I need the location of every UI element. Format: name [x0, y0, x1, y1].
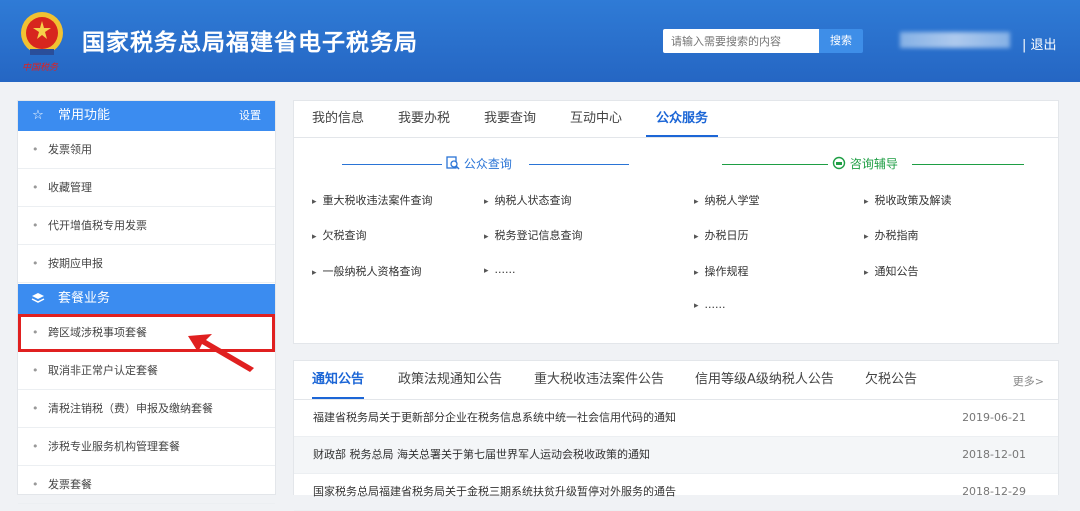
notice-panel: 通知公告 政策法规通知公告 重大税收违法案件公告 信用等级A级纳税人公告 欠税公… [293, 360, 1059, 511]
tab-violation-notices[interactable]: 重大税收违法案件公告 [534, 361, 664, 399]
sidebar-item[interactable]: 发票套餐 [18, 466, 275, 504]
search-button[interactable]: 搜索 [819, 29, 863, 53]
link-general-taxpayer-query[interactable]: 一般纳税人资格查询 [312, 263, 422, 279]
service-panel: 我的信息 我要办税 我要查询 互动中心 公众服务 公众查询 咨询辅导 重大税收违… [293, 100, 1059, 344]
link-registration-query[interactable]: 税务登记信息查询 [484, 227, 583, 243]
notice-row[interactable]: 财政部 税务总局 海关总署关于第七届世界军人运动会税收政策的通知 2018-12… [294, 437, 1058, 474]
tab-notices[interactable]: 通知公告 [312, 361, 365, 399]
notice-date: 2018-12-01 [962, 448, 1026, 461]
consult-title: 咨询辅导 [849, 157, 898, 171]
divider-line [722, 164, 828, 165]
sidebar-group-title: 常用功能 [58, 108, 111, 123]
notice-date: 2019-06-21 [962, 411, 1026, 424]
search-doc-icon [446, 156, 464, 171]
tab-tax-handling[interactable]: 我要办税 [398, 101, 450, 137]
link-tax-calendar[interactable]: 办税日历 [694, 227, 749, 243]
sidebar-item[interactable]: 收藏管理 [18, 169, 275, 207]
tab-interaction[interactable]: 互动中心 [570, 101, 622, 137]
sidebar-item[interactable]: 代开增值税专用发票 [18, 207, 275, 245]
link-policy-interpretation[interactable]: 税收政策及解读 [864, 192, 952, 208]
slogan: 中国税务 [22, 63, 59, 73]
layers-icon [30, 284, 46, 314]
sidebar: ☆ 常用功能 设置 发票领用 收藏管理 代开增值税专用发票 按期应申报 套餐业务… [17, 100, 276, 504]
user-name-blurred [900, 32, 1010, 48]
notice-row[interactable]: 国家税务总局福建省税务局关于金税三期系统扶贫升级暂停对外服务的通告 2018-1… [294, 474, 1058, 511]
sidebar-group-common: ☆ 常用功能 设置 [18, 101, 275, 131]
logout-link[interactable]: | 退出 [1022, 34, 1057, 53]
link-taxpayer-school[interactable]: 纳税人学堂 [694, 192, 760, 208]
tab-arrears-notices[interactable]: 欠税公告 [865, 361, 917, 399]
notice-tabs: 通知公告 政策法规通知公告 重大税收违法案件公告 信用等级A级纳税人公告 欠税公… [294, 361, 1058, 400]
star-icon: ☆ [32, 108, 44, 123]
settings-link[interactable]: 设置 [239, 101, 261, 131]
sidebar-group-package: 套餐业务 [18, 284, 275, 314]
sidebar-group-title: 套餐业务 [58, 291, 111, 306]
sidebar-item[interactable]: 清税注销税（费）申报及缴纳套餐 [18, 390, 275, 428]
divider-line [912, 164, 1024, 165]
main-tabs: 我的信息 我要办税 我要查询 互动中心 公众服务 [294, 101, 1058, 138]
link-taxpayer-status-query[interactable]: 纳税人状态查询 [484, 192, 572, 208]
tab-my-info[interactable]: 我的信息 [312, 101, 364, 137]
link-notices[interactable]: 通知公告 [864, 263, 919, 279]
public-query-title: 公众查询 [463, 157, 512, 171]
link-procedures[interactable]: 操作规程 [694, 263, 749, 279]
link-major-violation-query[interactable]: 重大税收违法案件查询 [312, 192, 433, 208]
tab-credit-a-notices[interactable]: 信用等级A级纳税人公告 [695, 361, 834, 399]
link-arrears-query[interactable]: 欠税查询 [312, 227, 367, 243]
link-more[interactable]: ...... [694, 298, 726, 311]
site-header: 中国税务 国家税务总局福建省电子税务局 搜索 | 退出 [0, 0, 1080, 82]
consult-heading: 咨询辅导 [832, 156, 898, 172]
tab-query[interactable]: 我要查询 [484, 101, 536, 137]
notice-date: 2018-12-29 [962, 485, 1026, 498]
notice-row[interactable]: 福建省税务局关于更新部分企业在税务信息系统中统一社会信用代码的通知 2019-0… [294, 400, 1058, 437]
site-title: 国家税务总局福建省电子税务局 [82, 30, 418, 56]
notice-title: 福建省税务局关于更新部分企业在税务信息系统中统一社会信用代码的通知 [313, 411, 676, 424]
tab-public-service[interactable]: 公众服务 [646, 101, 719, 137]
tax-emblem-icon [21, 12, 63, 55]
sidebar-item[interactable]: 涉税专业服务机构管理套餐 [18, 428, 275, 466]
more-link[interactable]: 更多> [1013, 373, 1044, 389]
sidebar-item[interactable]: 按期应申报 [18, 245, 275, 283]
consult-icon [832, 156, 850, 171]
divider-line [342, 164, 442, 165]
notice-title: 财政部 税务总局 海关总署关于第七届世界军人运动会税收政策的通知 [313, 448, 650, 461]
red-arrow-annotation [188, 334, 254, 372]
tab-policy-notices[interactable]: 政策法规通知公告 [398, 361, 502, 399]
link-tax-guide[interactable]: 办税指南 [864, 227, 919, 243]
link-more[interactable]: ...... [484, 263, 516, 276]
search-input[interactable] [663, 29, 819, 53]
public-query-heading: 公众查询 [446, 156, 512, 172]
sidebar-item[interactable]: 发票领用 [18, 131, 275, 169]
notice-title: 国家税务总局福建省税务局关于金税三期系统扶贫升级暂停对外服务的通告 [313, 485, 676, 498]
divider-line [529, 164, 629, 165]
